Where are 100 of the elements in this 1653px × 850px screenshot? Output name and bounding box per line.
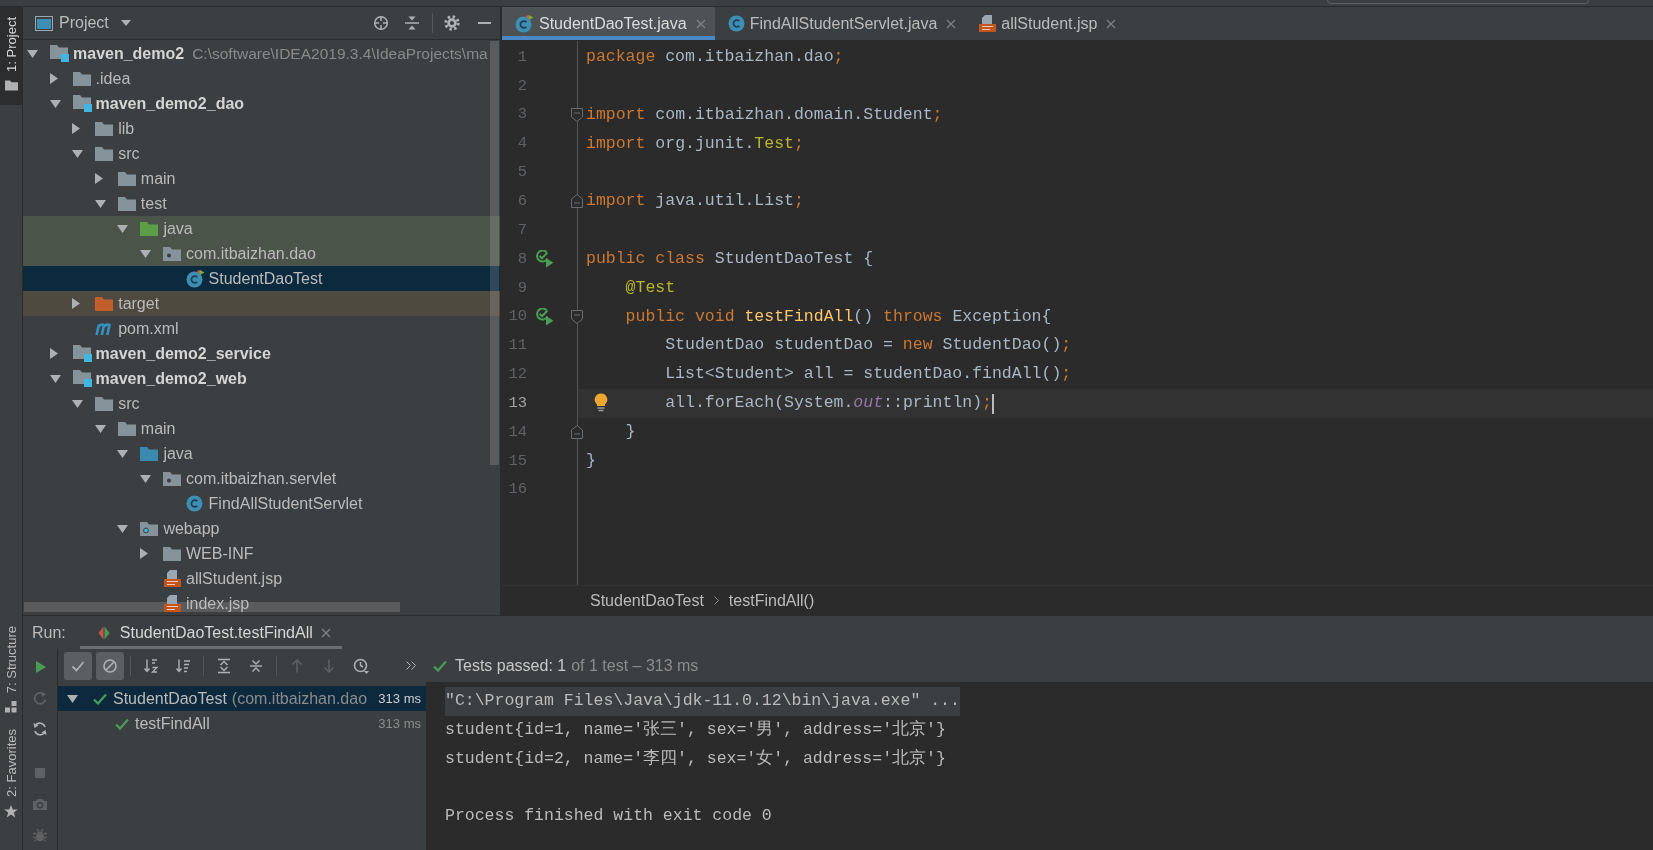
tree-item[interactable]: allStudent.jsp (23, 566, 500, 591)
tree-item[interactable]: test (23, 191, 500, 216)
class-icon (185, 495, 203, 512)
tree-item[interactable]: index.jsp (23, 591, 500, 615)
toggle-button[interactable] (64, 651, 92, 680)
dropdown-caret-icon[interactable] (120, 20, 131, 26)
line-number: 5 (517, 162, 527, 184)
editor-tab[interactable]: FindAllStudentServlet.java (714, 7, 966, 40)
tree-item[interactable]: FindAllStudentServlet (23, 491, 500, 516)
down-arrow-icon[interactable] (94, 424, 106, 433)
tree-item[interactable]: webapp (23, 516, 500, 541)
down-arrow-icon[interactable] (72, 399, 84, 408)
tree-item[interactable]: StudentDaoTest (com.itbaizhan.dao 313 ms (58, 686, 426, 711)
line-number: 6 (517, 191, 527, 212)
tree-item[interactable]: target (23, 291, 500, 316)
editor-tab[interactable]: StudentDaoTest.java (502, 7, 715, 40)
tree-item[interactable]: maven_demo2_web (23, 366, 500, 391)
bug-icon (32, 826, 48, 843)
breadcrumb-item[interactable]: testFindAll() (728, 588, 815, 613)
scrollbar-thumb[interactable] (490, 41, 499, 465)
fold-icon[interactable] (571, 309, 583, 324)
tree-item[interactable]: com.itbaizhan.servlet (23, 466, 500, 491)
tool-window-tab[interactable]: 7: Structure (0, 619, 22, 724)
close-icon[interactable] (320, 627, 331, 638)
tree-item[interactable]: WEB-INF (23, 541, 500, 566)
down-arrow-icon[interactable] (49, 374, 61, 383)
package-folder-icon (163, 246, 181, 261)
tree-item[interactable]: maven_demo2_service (23, 341, 500, 366)
right-arrow-icon[interactable] (49, 73, 58, 84)
tree-item[interactable]: StudentDaoTest (23, 266, 500, 291)
line-number: 10 (508, 306, 527, 328)
tree-item[interactable]: main (23, 416, 500, 441)
test-summary: Tests passed: 1 (455, 655, 567, 676)
tree-item[interactable]: main (23, 166, 500, 191)
run-icon[interactable] (536, 308, 554, 326)
sort-alphabetical-icon (143, 657, 159, 674)
run-tab[interactable]: StudentDaoTest.testFindAll (79, 616, 342, 649)
double-chevron-icon[interactable] (406, 661, 416, 670)
tree-item[interactable]: java (23, 441, 500, 466)
close-icon[interactable] (946, 18, 957, 29)
crosshair-icon[interactable] (373, 15, 389, 31)
down-arrow-icon[interactable] (27, 49, 38, 58)
line-number: 2 (517, 75, 527, 97)
breadcrumb-item[interactable]: StudentDaoTest (590, 588, 704, 613)
down-arrow-icon[interactable] (140, 249, 151, 258)
right-arrow-icon[interactable] (140, 548, 148, 559)
cycle-icon (32, 720, 48, 737)
right-arrow-icon[interactable] (72, 298, 81, 309)
right-arrow-icon[interactable] (49, 348, 58, 359)
tree-item[interactable]: maven_demo2_dao (23, 91, 500, 116)
folder-icon (117, 171, 136, 186)
window-icon (35, 15, 53, 31)
down-arrow-icon[interactable] (117, 449, 129, 458)
lightbulb-icon[interactable] (594, 393, 608, 413)
tree-item[interactable]: java (23, 216, 500, 241)
tree-item[interactable]: src (23, 141, 500, 166)
fold-icon[interactable] (571, 424, 583, 439)
down-arrow-icon[interactable] (117, 224, 129, 233)
down-arrow-icon[interactable] (94, 199, 106, 208)
tree-item[interactable]: pom.xml (23, 316, 500, 341)
path-text: C:\software\IDEA2019.3.4\IdeaProjects\ma (192, 43, 488, 64)
tool-window-tab[interactable]: 2: Favorites (0, 723, 22, 828)
down-arrow-icon[interactable] (140, 474, 151, 483)
tree-item[interactable]: .idea (23, 66, 500, 91)
folder-icon (95, 296, 114, 311)
line-number: 15 (508, 450, 527, 472)
panel-title[interactable]: Project (59, 11, 109, 35)
run-icon[interactable] (536, 250, 554, 269)
right-arrow-icon[interactable] (72, 123, 81, 134)
right-arrow-icon[interactable] (94, 173, 103, 184)
line-number: 8 (517, 248, 527, 270)
cancel-icon (102, 657, 118, 674)
toggle-button[interactable] (96, 651, 124, 680)
down-arrow-icon[interactable] (72, 149, 84, 158)
package-folder-icon (163, 471, 181, 486)
text-cursor (992, 393, 994, 414)
tree-item[interactable]: com.itbaizhan.dao (23, 241, 500, 266)
close-icon[interactable] (1106, 18, 1117, 29)
folder-icon (4, 79, 18, 91)
class-icon (727, 15, 745, 32)
fold-icon[interactable] (571, 107, 583, 122)
down-arrow-icon[interactable] (117, 524, 129, 533)
tree-item[interactable]: lib (23, 116, 500, 141)
refresh-icon (32, 689, 48, 706)
tree-item[interactable]: testFindAll 313 ms (58, 711, 426, 736)
tree-item[interactable]: src (23, 391, 500, 416)
diamond-icon (97, 625, 110, 640)
tool-window-tab[interactable]: 1: Project (0, 7, 22, 105)
down-arrow-icon[interactable] (67, 694, 78, 703)
fold-icon[interactable] (571, 194, 583, 209)
tree-item[interactable]: maven_demo2 C:\software\IDEA2019.3.4\IdeaProjects\ma (23, 41, 500, 66)
settings-icon[interactable] (444, 15, 460, 31)
folder-icon (117, 421, 136, 436)
collapse-icon[interactable] (405, 15, 419, 31)
folder-icon (95, 121, 114, 136)
test-class-icon (515, 14, 534, 33)
chevron-right-icon (713, 596, 719, 605)
blocks-icon (5, 701, 17, 714)
down-arrow-icon[interactable] (49, 99, 61, 108)
editor-tab[interactable]: allStudent.jsp (965, 7, 1126, 40)
